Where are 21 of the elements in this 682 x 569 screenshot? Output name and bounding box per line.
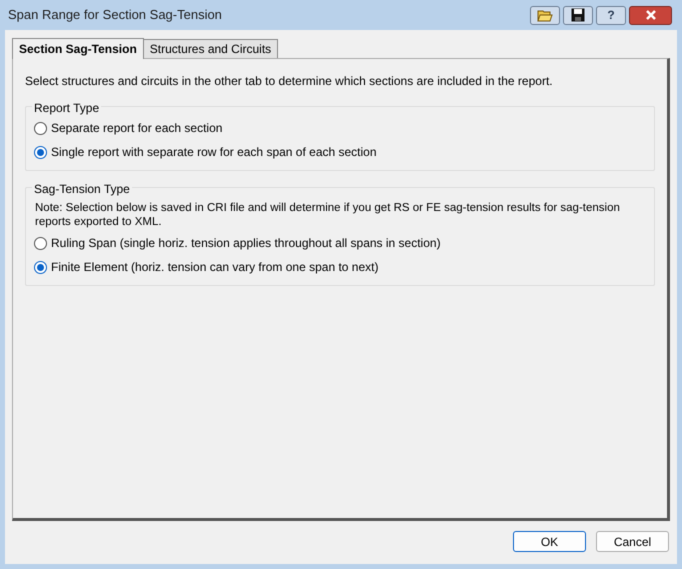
radio-button[interactable] xyxy=(34,146,47,158)
tab[interactable]: Structures and Circuits xyxy=(142,39,278,58)
tab[interactable]: Section Sag-Tension xyxy=(12,38,144,59)
radio-button[interactable] xyxy=(34,236,47,250)
close-button[interactable] xyxy=(629,6,672,24)
radio-label: Finite Element (horiz. tension can vary from one span to next) xyxy=(51,259,378,276)
close-icon xyxy=(644,10,656,20)
folder-icon xyxy=(537,8,553,22)
ok-button[interactable]: OK xyxy=(513,531,586,552)
note-text: Note: Selection below is saved in CRI file and will determine if you get RS or FE sag-tension results for sag-tension reports exported to XML. xyxy=(34,201,621,229)
save-button[interactable] xyxy=(563,6,593,24)
help-button[interactable]: ? xyxy=(596,6,626,24)
window-title: Span Range for Section Sag-Tension xyxy=(8,6,222,24)
radio-label: Ruling Span (single horiz. tension applies throughout all spans in section) xyxy=(51,235,441,252)
radio-label: Single report with separate row for each span of each section xyxy=(51,144,377,161)
radio-button[interactable] xyxy=(34,260,47,274)
intro-text: Select structures and circuits in the other tab to determine which sections are included in the report. xyxy=(25,73,554,90)
open-button[interactable] xyxy=(530,6,560,24)
radio-button[interactable] xyxy=(34,122,47,134)
cancel-button[interactable]: Cancel xyxy=(596,531,669,552)
radio-label: Separate report for each section xyxy=(51,120,222,137)
